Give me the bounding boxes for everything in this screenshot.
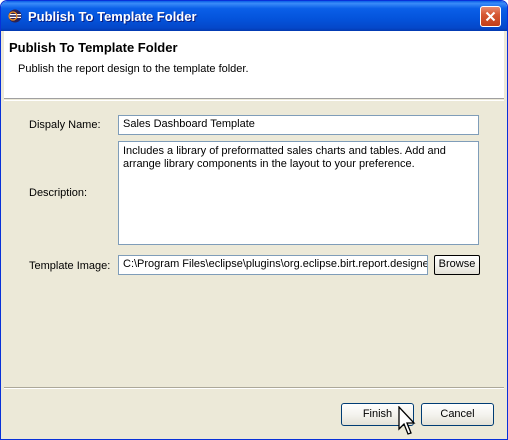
dialog-window: Publish To Template Folder Publish To Te… (0, 0, 508, 440)
browse-button[interactable]: Browse (434, 255, 480, 275)
eclipse-icon (8, 9, 22, 23)
close-icon (485, 11, 496, 22)
description-field[interactable]: Includes a library of preformatted sales… (118, 141, 479, 245)
display-name-label: Dispaly Name: (29, 119, 101, 131)
header-divider (4, 100, 504, 101)
window-title: Publish To Template Folder (28, 9, 197, 24)
header-description: Publish the report design to the templat… (18, 63, 249, 75)
template-image-label: Template Image: (29, 260, 111, 272)
finish-button-label: Finish (362, 408, 393, 420)
mouse-pointer-icon (398, 406, 416, 435)
description-label: Description: (29, 187, 88, 199)
cancel-button-label: Cancel (440, 408, 475, 420)
header-title: Publish To Template Folder (9, 40, 178, 55)
wizard-header: Publish To Template Folder Publish the r… (4, 31, 504, 99)
title-bar[interactable]: Publish To Template Folder (1, 1, 507, 31)
footer-divider-highlight (4, 388, 504, 389)
display-name-field[interactable]: Sales Dashboard Template (118, 115, 479, 135)
close-button[interactable] (480, 6, 501, 27)
cancel-button[interactable]: Cancel (421, 403, 494, 426)
template-image-field[interactable]: C:\Program Files\eclipse\plugins\org.ecl… (118, 255, 428, 275)
